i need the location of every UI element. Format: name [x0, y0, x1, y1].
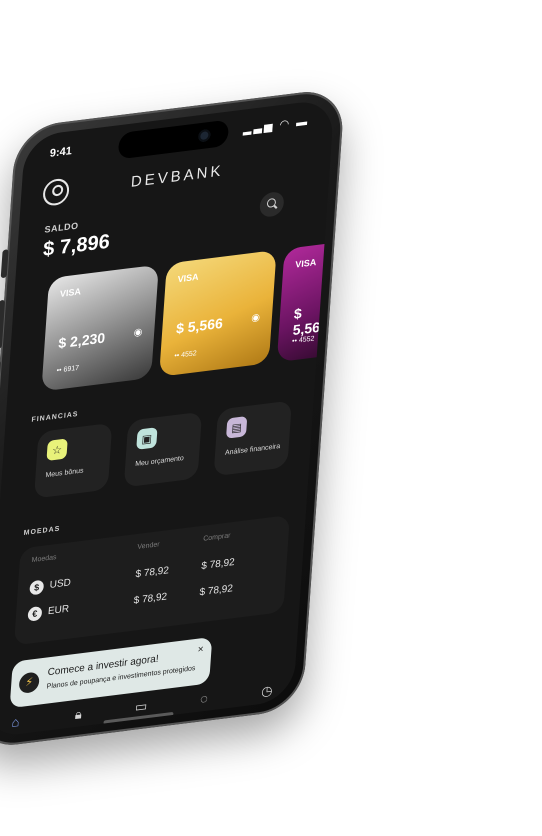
currency-buy: $ 78,92	[199, 583, 234, 599]
tile-meus-bonus[interactable]: ☆ Meus bônus	[33, 422, 113, 499]
nav-history[interactable]: ◷	[257, 681, 276, 701]
dollar-icon: $	[29, 579, 45, 596]
status-icons: ▂▃▅ ◠ ▬	[242, 115, 310, 136]
chart-icon: ▤	[225, 415, 248, 439]
currency-buy: $ 78,92	[200, 556, 236, 573]
card-brand: VISA	[59, 286, 82, 300]
col-header-sell: Vender	[137, 541, 160, 551]
card-brand: VISA	[177, 271, 199, 285]
lock-icon: 🔒︎	[74, 706, 83, 723]
tile-label: Análise financeira	[224, 442, 281, 457]
stage: 9:41 ▂▃▅ ◠ ▬ DEVBANK SALDO $ 7,896 VISA …	[0, 0, 542, 836]
phone-mockup: 9:41 ▂▃▅ ◠ ▬ DEVBANK SALDO $ 7,896 VISA …	[0, 67, 503, 750]
moedas-title: MOEDAS	[23, 525, 61, 538]
col-header-coin: Moedas	[31, 553, 57, 565]
app-brand: DEVBANK	[130, 162, 224, 191]
financas-title: FINANCIAS	[31, 410, 79, 424]
card-brand: VISA	[295, 256, 317, 270]
nav-chat[interactable]: ◌	[194, 689, 213, 709]
wallet-icon: ▣	[136, 427, 158, 450]
card-amount: $ 5,566	[292, 304, 329, 339]
tile-label: Meus bônus	[45, 467, 84, 480]
currency-sell: $ 78,92	[135, 565, 170, 581]
camera-icon	[197, 128, 211, 143]
currency-sell: $ 78,92	[133, 591, 168, 607]
card-number: •• 6917	[56, 364, 80, 375]
tile-label: Meu orçamento	[134, 454, 184, 469]
card-2[interactable]: VISA $ 5,566 ◉ •• 4552	[159, 249, 277, 377]
status-time: 9:41	[49, 145, 73, 160]
col-header-buy: Comprar	[202, 532, 231, 543]
search-button[interactable]	[259, 190, 285, 219]
euro-icon: €	[27, 605, 43, 622]
dynamic-island	[117, 119, 230, 160]
star-icon: ☆	[46, 438, 68, 462]
balance-value: $ 7,896	[42, 230, 111, 262]
card-amount: $ 5,566	[175, 314, 224, 337]
home-icon: ⌂	[11, 713, 21, 731]
tile-analise-financeira[interactable]: ▤ Análise financeira	[213, 400, 292, 477]
nav-lock[interactable]: 🔒︎	[69, 704, 88, 724]
chat-icon: ◌	[199, 690, 209, 707]
side-button	[0, 249, 9, 279]
card-number: •• 4552	[291, 335, 315, 346]
card-amount: $ 2,230	[57, 329, 106, 352]
phone-screen: 9:41 ▂▃▅ ◠ ▬ DEVBANK SALDO $ 7,896 VISA …	[0, 98, 335, 739]
card-number: •• 4552	[174, 350, 197, 360]
currency-name: EUR	[47, 603, 70, 618]
currency-name: USD	[49, 577, 72, 591]
close-icon[interactable]: ×	[197, 644, 204, 656]
balance-label: SALDO	[44, 220, 79, 235]
phone-frame: 9:41 ▂▃▅ ◠ ▬ DEVBANK SALDO $ 7,896 VISA …	[0, 87, 346, 750]
clock-icon: ◷	[260, 682, 274, 700]
wallet-icon: ▭	[134, 698, 148, 715]
volume-up-button	[0, 299, 6, 350]
card-1[interactable]: VISA $ 2,230 ◉ •• 6917	[41, 264, 159, 392]
profile-icon[interactable]	[42, 177, 70, 207]
nav-home[interactable]: ⌂	[6, 712, 25, 732]
volume-down-button	[0, 360, 1, 410]
eye-icon[interactable]: ◉	[133, 327, 142, 339]
lightning-icon: ⚡︎	[18, 671, 40, 695]
eye-icon[interactable]: ◉	[251, 312, 260, 324]
currency-table: Moedas Vender Comprar $ USD $ 78,92 $ 78…	[13, 514, 290, 646]
tile-meu-orcamento[interactable]: ▣ Meu orçamento	[123, 411, 203, 488]
card-3[interactable]: VISA $ 5,566 •• 4552	[276, 241, 335, 363]
